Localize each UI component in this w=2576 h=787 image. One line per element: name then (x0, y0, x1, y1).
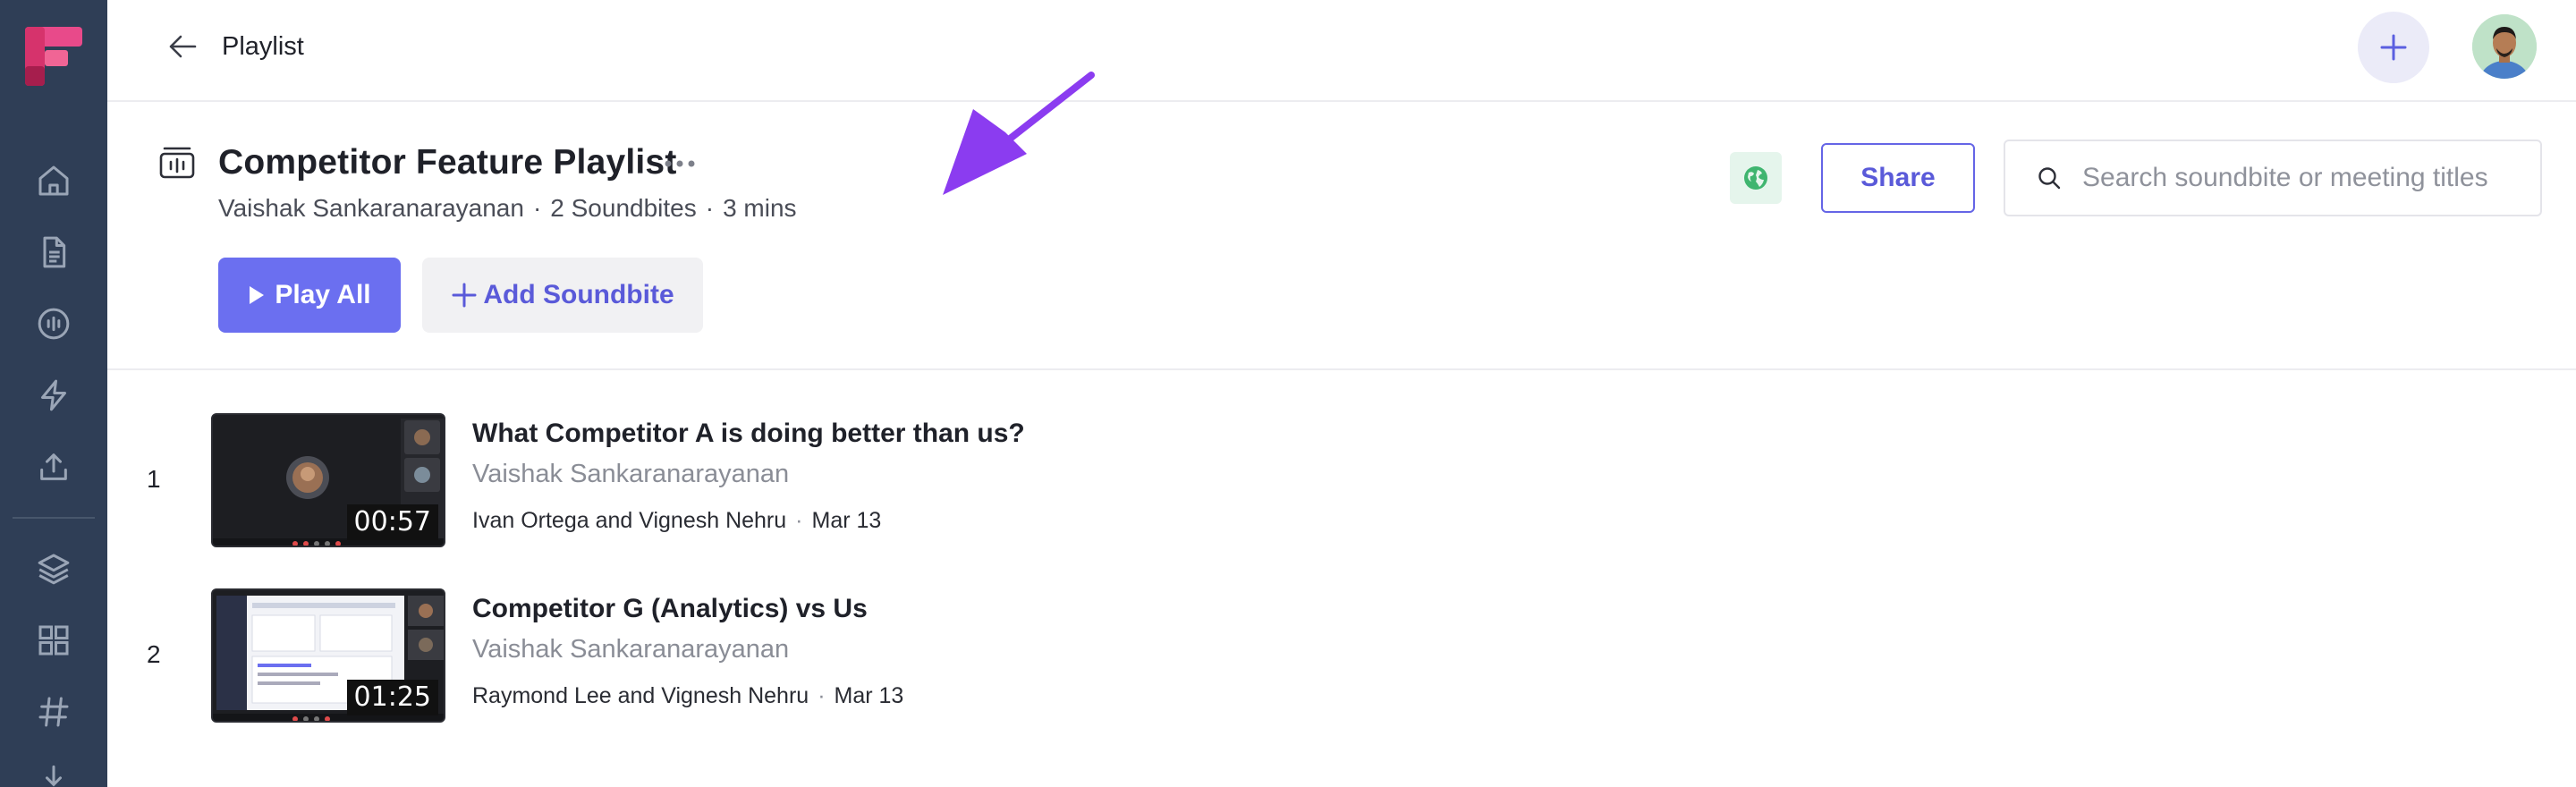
upload-icon[interactable] (32, 445, 75, 488)
video-thumbnail[interactable]: 00:57 (211, 413, 445, 547)
page-title: Playlist (222, 32, 304, 61)
play-all-button[interactable]: Play All (218, 258, 401, 333)
visibility-button[interactable] (1730, 152, 1782, 204)
search-box (2004, 140, 2542, 216)
soundbite-count: 2 Soundbites (550, 194, 697, 222)
home-icon[interactable] (32, 159, 75, 202)
row-index: 1 (147, 465, 161, 493)
info-separator: · (795, 508, 803, 533)
section-divider (107, 368, 2576, 370)
info-separator: · (818, 683, 826, 708)
download-icon[interactable] (32, 760, 75, 787)
add-soundbite-label: Add Soundbite (483, 280, 674, 309)
soundbite-row[interactable]: 2 01:25 Competitor G (Analytics) vs Us V… (107, 588, 2576, 728)
soundbite-info: Raymond Lee and Vignesh Nehru · Mar 13 (472, 681, 903, 710)
play-icon (250, 286, 265, 304)
user-avatar[interactable] (2472, 14, 2537, 79)
add-button[interactable] (2358, 12, 2429, 83)
lightning-icon[interactable] (32, 374, 75, 417)
soundbite-owner: Vaishak Sankaranarayanan (472, 635, 790, 664)
soundbite-owner: Vaishak Sankaranarayanan (472, 460, 790, 488)
add-soundbite-button[interactable]: Add Soundbite (422, 258, 703, 333)
soundbite-info: Ivan Ortega and Vignesh Nehru · Mar 13 (472, 506, 881, 535)
meta-separator: · (705, 194, 715, 222)
participants: Raymond Lee and Vignesh Nehru (472, 683, 809, 708)
document-icon[interactable] (32, 231, 75, 274)
layers-icon[interactable] (32, 547, 75, 590)
participants: Ivan Ortega and Vignesh Nehru (472, 508, 787, 533)
playlist-meta: Vaishak Sankaranarayanan · 2 Soundbites … (218, 193, 797, 224)
globe-icon (1744, 166, 1767, 190)
play-all-label: Play All (275, 280, 371, 309)
playlist-duration: 3 mins (723, 194, 797, 222)
search-icon (2038, 167, 2061, 190)
app-logo[interactable] (25, 27, 82, 86)
soundbite-title[interactable]: Competitor G (Analytics) vs Us (472, 592, 868, 626)
plus-icon (2380, 34, 2407, 61)
soundbite-date: Mar 13 (811, 508, 882, 533)
soundwave-icon[interactable] (32, 302, 75, 345)
video-duration: 01:25 (346, 680, 438, 715)
search-input[interactable] (2082, 163, 2529, 193)
plus-icon (452, 283, 477, 308)
grid-icon[interactable] (32, 619, 75, 662)
share-button[interactable]: Share (1821, 143, 1975, 213)
sidebar-divider (13, 517, 95, 519)
video-thumbnail[interactable]: 01:25 (211, 588, 445, 723)
more-options-icon[interactable] (662, 150, 698, 177)
hashtag-icon[interactable] (32, 690, 75, 733)
soundbite-row[interactable]: 1 00:57 What Competitor A is doing bette… (107, 413, 2576, 553)
sidebar (0, 0, 107, 787)
row-index: 2 (147, 640, 161, 668)
meta-separator: · (532, 194, 542, 222)
soundbite-title[interactable]: What Competitor A is doing better than u… (472, 417, 1025, 451)
annotation-arrow (943, 72, 1095, 195)
playlist-owner: Vaishak Sankaranarayanan (218, 194, 524, 222)
soundbite-date: Mar 13 (834, 683, 904, 708)
video-duration: 00:57 (346, 504, 438, 540)
playlist-title: Competitor Feature Playlist (218, 143, 677, 182)
top-bar: Playlist (107, 0, 2576, 102)
back-arrow-icon[interactable] (163, 30, 202, 63)
playlist-icon (159, 147, 195, 179)
